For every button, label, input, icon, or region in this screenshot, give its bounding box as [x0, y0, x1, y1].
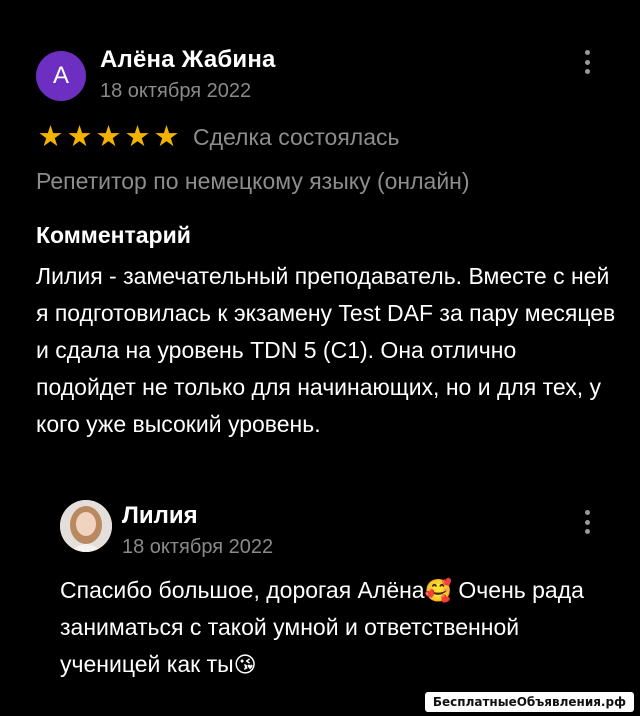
- review-header: А Алёна Жабина 18 октября 2022: [36, 46, 620, 106]
- reply-author-name[interactable]: Лилия: [122, 502, 198, 530]
- rating-row: ★ ★ ★ ★ ★ Сделка состоялась: [36, 120, 400, 154]
- comment-heading: Комментарий: [36, 222, 191, 248]
- watermark: БесплатныеОбъявления.рф: [424, 692, 634, 712]
- author-name[interactable]: Алёна Жабина: [100, 46, 276, 74]
- deal-status: Сделка состоялась: [193, 123, 400, 150]
- service-name: Репетитор по немецкому языку (онлайн): [36, 168, 470, 194]
- star-icon: ★: [37, 120, 64, 153]
- comment-text: Лилия - замечательный преподаватель. Вме…: [36, 263, 616, 437]
- star-icon: ★: [124, 120, 151, 153]
- reply-date: 18 октября 2022: [122, 536, 274, 558]
- reply-text: Спасибо большое, дорогая Алёна🥰 Очень ра…: [60, 572, 620, 683]
- avatar[interactable]: [60, 500, 112, 552]
- more-options-icon[interactable]: [582, 50, 592, 74]
- smiling-hearts-emoji-icon: 🥰: [424, 578, 453, 603]
- star-icon: ★: [95, 120, 122, 153]
- review-date: 18 октября 2022: [100, 80, 252, 102]
- star-icon: ★: [66, 120, 93, 153]
- star-rating: ★ ★ ★ ★ ★: [36, 120, 181, 153]
- more-options-icon[interactable]: [582, 510, 592, 534]
- star-icon: ★: [153, 120, 180, 153]
- reply-text-part: Спасибо большое, дорогая Алёна: [60, 577, 425, 603]
- avatar[interactable]: А: [36, 51, 86, 101]
- kiss-emoji-icon: 😘: [233, 652, 257, 677]
